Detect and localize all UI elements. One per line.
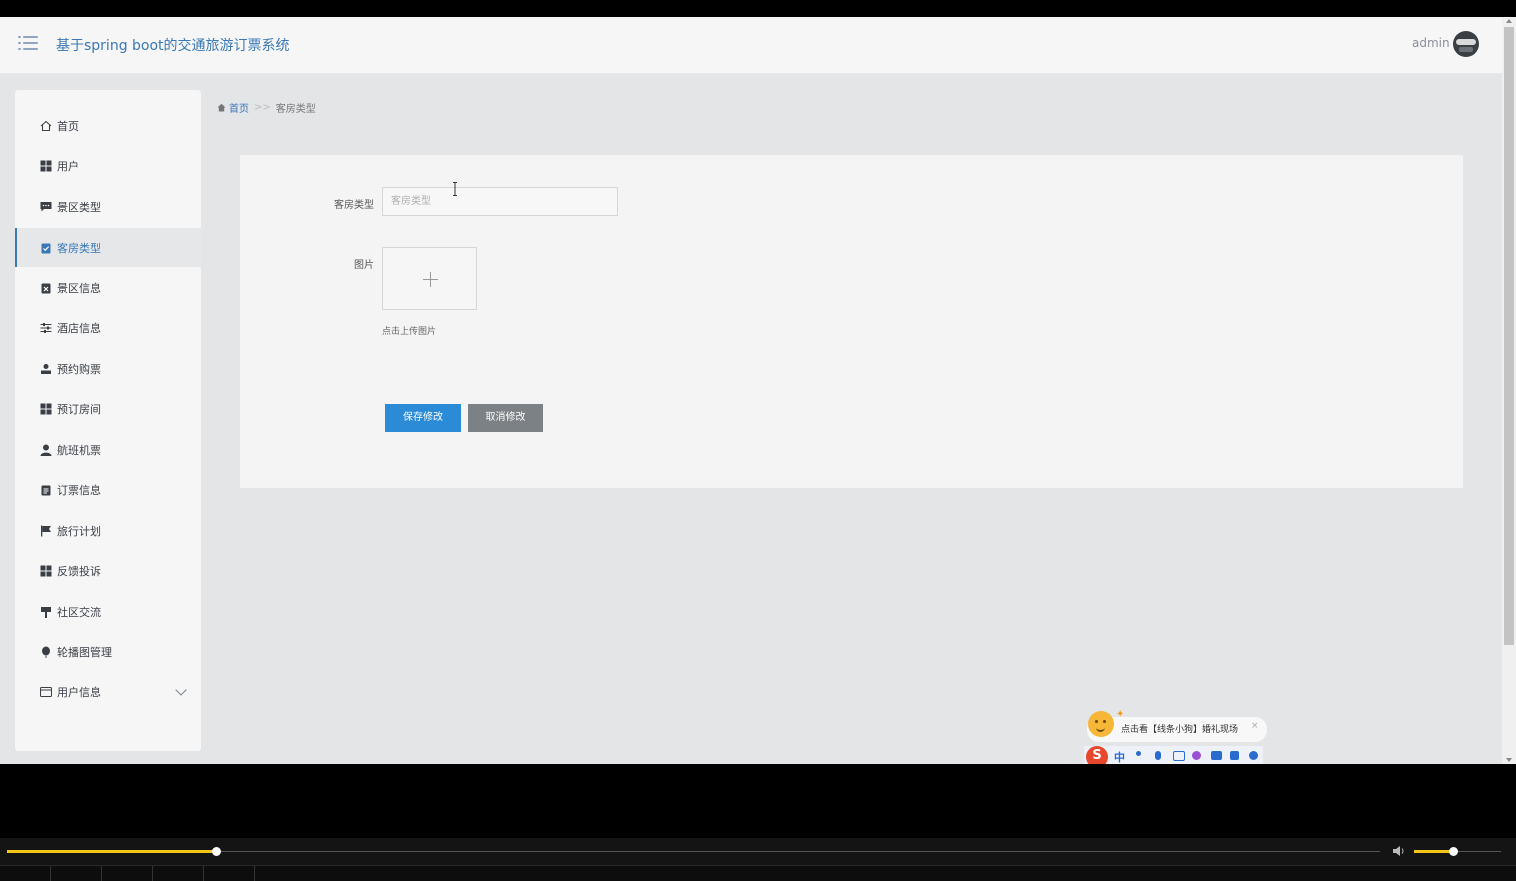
sidebar-item-scenic-type[interactable]: 景区类型 <box>15 187 201 226</box>
comment-icon <box>40 201 52 213</box>
breadcrumb-home-link[interactable]: 首页 <box>229 100 249 115</box>
seek-progress <box>7 850 216 853</box>
sidebar-item-travel-plan[interactable]: 旅行计划 <box>15 511 201 550</box>
sidebar-item-scenic-info[interactable]: 景区信息 <box>15 268 201 307</box>
ime-popup-text[interactable]: 点击看【线条小狗】婚礼现场 <box>1121 722 1238 735</box>
apps-grid-icon[interactable] <box>1230 751 1239 760</box>
text-cursor-icon <box>453 182 457 196</box>
sparkle-icon: ✦ <box>1116 709 1125 720</box>
flag-icon <box>40 525 52 537</box>
sidebar: 首页 用户 景区类型 客房类型 景区信息 酒店信息 预约购票 预订房间 航班机票… <box>15 90 201 751</box>
video-player-bar <box>0 838 1516 881</box>
balloon-icon <box>40 646 52 658</box>
home-icon <box>40 120 52 132</box>
breadcrumb-current: 客房类型 <box>275 104 316 115</box>
sidebar-item-feedback[interactable]: 反馈投诉 <box>15 551 201 590</box>
punctuation-icon[interactable] <box>1136 751 1141 756</box>
grid-icon <box>40 565 52 577</box>
top-header: 基于spring boot的交通旅游订票系统 admin <box>0 17 1502 74</box>
sidebar-item-label: 景区信息 <box>57 281 101 295</box>
signpost-icon <box>40 606 52 618</box>
clipboard-x-icon <box>40 282 52 294</box>
sidebar-item-label: 社区交流 <box>57 605 101 619</box>
sidebar-item-label: 用户信息 <box>57 685 101 699</box>
close-icon[interactable]: × <box>1251 721 1259 731</box>
room-type-input[interactable]: 客房类型 <box>382 187 618 216</box>
sidebar-item-room-booking[interactable]: 预订房间 <box>15 389 201 428</box>
game-icon[interactable] <box>1211 751 1222 760</box>
breadcrumb-separator: >> <box>254 102 271 113</box>
browser-viewport: 基于spring boot的交通旅游订票系统 admin 首页 用户 景区类型 … <box>0 17 1502 764</box>
cancel-button[interactable]: 取消修改 <box>468 404 543 432</box>
sidebar-item-label: 旅行计划 <box>57 524 101 538</box>
user-stamp-icon <box>40 363 52 375</box>
sidebar-item-carousel[interactable]: 轮播图管理 <box>15 632 201 671</box>
grid-icon <box>40 160 52 172</box>
sidebar-item-label: 预订房间 <box>57 402 101 416</box>
sidebar-item-users[interactable]: 用户 <box>15 146 201 185</box>
scrollbar-thumb[interactable] <box>1504 27 1514 645</box>
sidebar-item-label: 用户 <box>57 159 79 173</box>
form-card: 客房类型 客房类型 图片 点击上传图片 保存修改 取消修改 <box>240 155 1463 488</box>
sliders-icon <box>40 322 52 334</box>
volume-icon[interactable] <box>1392 845 1406 857</box>
ime-mode-toggle[interactable]: 中 <box>1114 749 1125 764</box>
scroll-up-icon[interactable] <box>1506 19 1512 23</box>
sidebar-item-room-type[interactable]: 客房类型 <box>15 228 201 267</box>
chevron-down-icon[interactable] <box>175 684 187 696</box>
player-controls-strip <box>0 865 1516 881</box>
user-name[interactable]: admin <box>1412 36 1450 50</box>
skin-icon[interactable] <box>1192 751 1201 760</box>
sidebar-item-label: 预约购票 <box>57 362 101 376</box>
image-upload-box[interactable] <box>382 247 477 310</box>
menu-toggle-icon[interactable] <box>18 35 38 51</box>
sidebar-item-ticket-booking[interactable]: 预约购票 <box>15 349 201 388</box>
grid-icon <box>40 403 52 415</box>
keyboard-icon[interactable] <box>1173 751 1185 761</box>
volume-handle[interactable] <box>1449 847 1458 856</box>
microphone-icon[interactable] <box>1155 751 1161 760</box>
image-label: 图片 <box>354 260 374 271</box>
sidebar-item-label: 客房类型 <box>57 241 101 255</box>
sidebar-item-community[interactable]: 社区交流 <box>15 592 201 631</box>
seek-handle[interactable] <box>212 847 221 856</box>
sidebar-item-label: 反馈投诉 <box>57 564 101 578</box>
upload-hint: 点击上传图片 <box>382 327 437 337</box>
card-icon <box>40 686 52 698</box>
room-type-label: 客房类型 <box>334 200 374 211</box>
save-button[interactable]: 保存修改 <box>385 404 461 432</box>
sidebar-item-home[interactable]: 首页 <box>15 106 201 145</box>
volume-level <box>1414 850 1453 853</box>
sidebar-item-order-info[interactable]: 订票信息 <box>15 470 201 509</box>
sidebar-item-label: 航班机票 <box>57 443 101 457</box>
vertical-scrollbar[interactable] <box>1502 17 1516 764</box>
clipboard-check-icon <box>40 242 52 254</box>
app-title: 基于spring boot的交通旅游订票系统 <box>56 38 290 54</box>
ime-toolbar: S 中 <box>1084 746 1263 764</box>
sidebar-item-user-info[interactable]: 用户信息 <box>15 672 201 711</box>
ime-sun-mascot-icon[interactable] <box>1088 711 1114 737</box>
sogou-logo-icon[interactable]: S <box>1086 746 1108 764</box>
sidebar-item-hotel-info[interactable]: 酒店信息 <box>15 308 201 347</box>
sidebar-item-label: 酒店信息 <box>57 321 101 335</box>
sidebar-item-label: 景区类型 <box>57 200 101 214</box>
sidebar-item-label: 订票信息 <box>57 483 101 497</box>
clipboard-icon <box>40 484 52 496</box>
home-icon <box>217 103 226 112</box>
sidebar-item-flight-tickets[interactable]: 航班机票 <box>15 430 201 469</box>
top-black-bar <box>0 0 1516 17</box>
sidebar-item-label: 首页 <box>57 119 79 133</box>
sidebar-item-label: 轮播图管理 <box>57 645 112 659</box>
scroll-down-icon[interactable] <box>1506 758 1512 762</box>
avatar[interactable] <box>1453 31 1479 57</box>
breadcrumb: 首页 >> 客房类型 <box>217 100 316 115</box>
user-icon <box>40 444 52 456</box>
settings-gear-icon[interactable] <box>1249 751 1258 760</box>
